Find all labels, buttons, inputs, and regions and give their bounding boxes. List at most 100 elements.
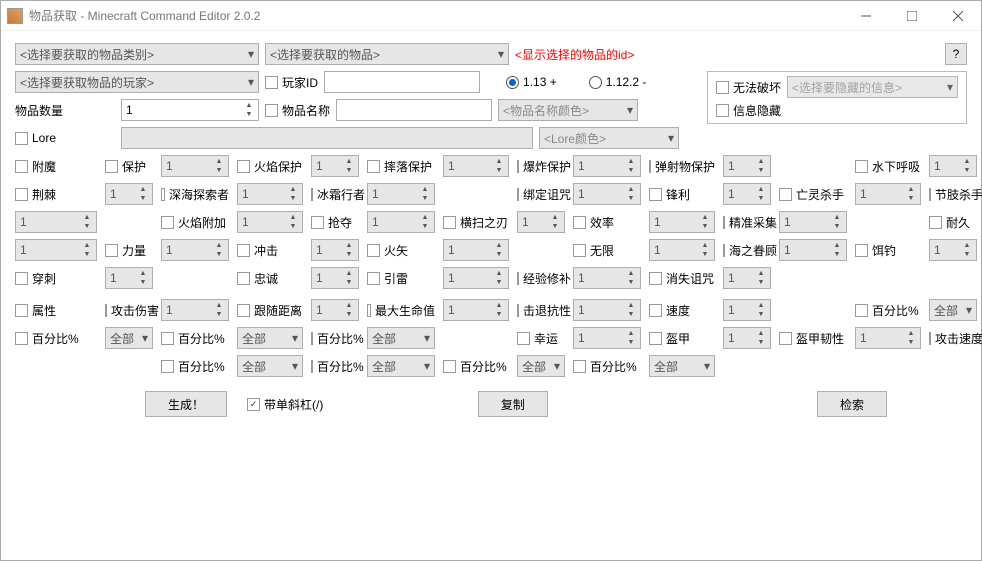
hide-info-select[interactable]: <选择要隐藏的信息>▾ [787, 76, 958, 98]
spin-up-icon[interactable]: ▲ [418, 213, 432, 222]
checkbox-幸运[interactable]: 幸运 [517, 330, 565, 347]
slot-select[interactable]: 全部▾ [237, 355, 303, 377]
close-button[interactable] [935, 1, 981, 31]
checkbox-百分比%[interactable]: 百分比% [161, 358, 229, 375]
level-spinner[interactable]: 1▲▼ [311, 239, 359, 261]
checkbox-攻击速度[interactable]: 攻击速度 [929, 330, 977, 347]
spin-down-icon[interactable]: ▼ [624, 310, 638, 319]
spin-down-icon[interactable]: ▼ [624, 194, 638, 203]
level-spinner[interactable]: 1▲▼ [929, 239, 977, 261]
copy-button[interactable]: 复制 [478, 391, 548, 417]
checkbox-盔甲[interactable]: 盔甲 [649, 330, 715, 347]
spin-up-icon[interactable]: ▲ [80, 241, 94, 250]
search-button[interactable]: 检索 [817, 391, 887, 417]
checkbox-水下呼吸[interactable]: 水下呼吸 [855, 158, 921, 175]
checkbox-亡灵杀手[interactable]: 亡灵杀手 [779, 186, 847, 203]
level-spinner[interactable]: 1▲▼ [311, 267, 359, 289]
level-spinner[interactable]: 1▲▼ [161, 155, 229, 177]
level-spinner[interactable]: 1▲▼ [573, 183, 641, 205]
section-header[interactable]: 附魔 [15, 158, 97, 175]
slot-select[interactable]: 全部▾ [649, 355, 715, 377]
spin-down-icon[interactable]: ▼ [624, 278, 638, 287]
level-spinner[interactable]: 1▲▼ [443, 239, 509, 261]
spin-down-icon[interactable]: ▼ [698, 222, 712, 231]
checkbox-百分比%[interactable]: 百分比% [573, 358, 641, 375]
spin-up-icon[interactable]: ▲ [286, 185, 300, 194]
spin-up-icon[interactable]: ▲ [960, 157, 974, 166]
checkbox-效率[interactable]: 效率 [573, 214, 641, 231]
checkbox-百分比%[interactable]: 百分比% [855, 302, 921, 319]
level-spinner[interactable]: 1▲▼ [723, 183, 771, 205]
spin-down-icon[interactable]: ▼ [754, 166, 768, 175]
checkbox-海之眷顾[interactable]: 海之眷顾 [723, 242, 771, 259]
spin-up-icon[interactable]: ▲ [830, 213, 844, 222]
spin-down-icon[interactable]: ▼ [548, 222, 562, 231]
level-spinner[interactable]: 1▲▼ [855, 327, 921, 349]
checkbox-保护[interactable]: 保护 [105, 158, 153, 175]
checkbox-百分比%[interactable]: 百分比% [311, 358, 359, 375]
checkbox-爆炸保护[interactable]: 爆炸保护 [517, 158, 565, 175]
checkbox-跟随距离[interactable]: 跟随距离 [237, 302, 303, 319]
checkbox-弹射物保护[interactable]: 弹射物保护 [649, 158, 715, 175]
spin-up-icon[interactable]: ▲ [212, 241, 226, 250]
level-spinner[interactable]: 1▲▼ [649, 239, 715, 261]
checkbox-绑定诅咒[interactable]: 绑定诅咒 [517, 186, 565, 203]
spin-down-icon[interactable]: ▼ [754, 338, 768, 347]
level-spinner[interactable]: 1▲▼ [779, 239, 847, 261]
name-color-select[interactable]: <物品名称颜色>▾ [498, 99, 638, 121]
level-spinner[interactable]: 1▲▼ [443, 299, 509, 321]
checkbox-摔落保护[interactable]: 摔落保护 [367, 158, 435, 175]
spin-down-icon[interactable]: ▼ [342, 310, 356, 319]
spin-down-icon[interactable]: ▼ [830, 222, 844, 231]
level-spinner[interactable]: 1▲▼ [573, 299, 641, 321]
spin-up-icon[interactable]: ▲ [342, 157, 356, 166]
lore-input[interactable] [121, 127, 533, 149]
spin-up-icon[interactable]: ▲ [492, 157, 506, 166]
level-spinner[interactable]: 1▲▼ [105, 267, 153, 289]
spin-down-icon[interactable]: ▼ [830, 250, 844, 259]
spin-down-icon[interactable]: ▼ [960, 250, 974, 259]
checkbox-节肢杀手[interactable]: 节肢杀手 [929, 186, 977, 203]
spin-down-icon[interactable]: ▼ [242, 110, 256, 119]
checkbox-冲击[interactable]: 冲击 [237, 242, 303, 259]
version-113-radio[interactable]: 1.13 + [506, 75, 557, 89]
checkbox-速度[interactable]: 速度 [649, 302, 715, 319]
checkbox-深海探索者[interactable]: 深海探索者 [161, 186, 229, 203]
spin-down-icon[interactable]: ▼ [754, 278, 768, 287]
minimize-button[interactable] [843, 1, 889, 31]
level-spinner[interactable]: 1▲▼ [443, 267, 509, 289]
level-spinner[interactable]: 1▲▼ [929, 155, 977, 177]
checkbox-引雷[interactable]: 引雷 [367, 270, 435, 287]
spin-up-icon[interactable]: ▲ [624, 269, 638, 278]
level-spinner[interactable]: 1▲▼ [779, 211, 847, 233]
checkbox-最大生命值[interactable]: 最大生命值 [367, 302, 435, 319]
checkbox-无限[interactable]: 无限 [573, 242, 641, 259]
section-header[interactable]: 属性 [15, 302, 97, 319]
spin-down-icon[interactable]: ▼ [754, 194, 768, 203]
level-spinner[interactable]: 1▲▼ [237, 183, 303, 205]
checkbox-百分比%[interactable]: 百分比% [15, 330, 97, 347]
spin-down-icon[interactable]: ▼ [624, 338, 638, 347]
checkbox-荆棘[interactable]: 荆棘 [15, 186, 97, 203]
spin-down-icon[interactable]: ▼ [80, 222, 94, 231]
item-name-input[interactable] [336, 99, 492, 121]
checkbox-百分比%[interactable]: 百分比% [311, 330, 359, 347]
spin-up-icon[interactable]: ▲ [830, 241, 844, 250]
level-spinner[interactable]: 1▲▼ [237, 211, 303, 233]
spin-up-icon[interactable]: ▲ [754, 301, 768, 310]
slot-select[interactable]: 全部▾ [367, 327, 435, 349]
spin-down-icon[interactable]: ▼ [342, 250, 356, 259]
spin-down-icon[interactable]: ▼ [342, 278, 356, 287]
item-select[interactable]: <选择要获取的物品>▾ [265, 43, 509, 65]
level-spinner[interactable]: 1▲▼ [573, 267, 641, 289]
checkbox-锋利[interactable]: 锋利 [649, 186, 715, 203]
level-spinner[interactable]: 1▲▼ [723, 327, 771, 349]
checkbox-忠诚[interactable]: 忠诚 [237, 270, 303, 287]
checkbox-百分比%[interactable]: 百分比% [443, 358, 509, 375]
spin-down-icon[interactable]: ▼ [418, 194, 432, 203]
spin-down-icon[interactable]: ▼ [492, 310, 506, 319]
player-select[interactable]: <选择要获取物品的玩家>▾ [15, 71, 259, 93]
level-spinner[interactable]: 1▲▼ [573, 155, 641, 177]
slash-checkbox[interactable]: ✓带单斜杠(/) [247, 396, 323, 413]
spin-up-icon[interactable]: ▲ [212, 157, 226, 166]
